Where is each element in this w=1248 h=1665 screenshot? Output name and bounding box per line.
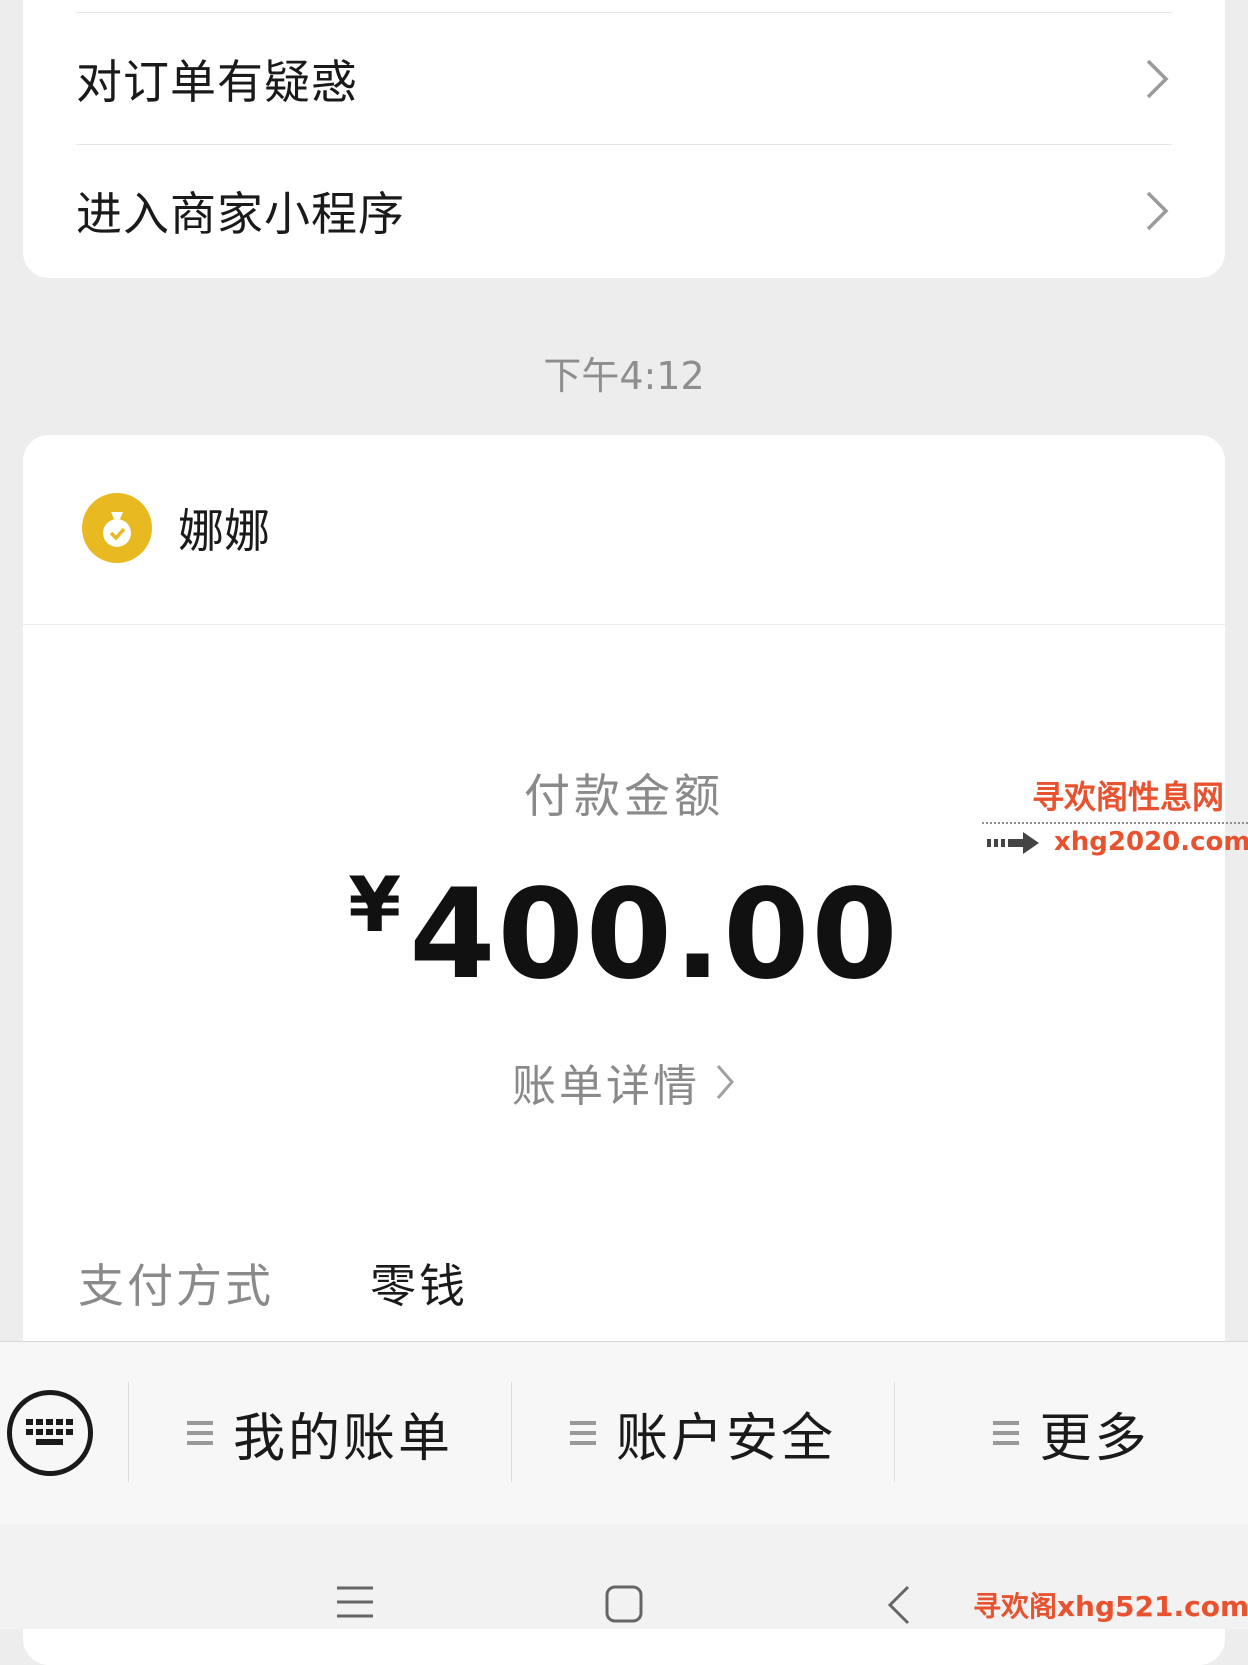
menu-item-label: 更多: [1039, 1408, 1150, 1469]
home-icon[interactable]: [604, 1584, 644, 1624]
menu-lines-icon: [569, 1421, 596, 1445]
arrow-right-icon: [987, 832, 1039, 854]
watermark-title: 寻欢阁性息网: [1032, 778, 1225, 816]
order-question-label: 对订单有疑惑: [76, 55, 358, 109]
payment-amount: ¥400.00: [23, 860, 1225, 1007]
chevron-right-icon: [1146, 59, 1169, 99]
menu-my-bills[interactable]: 我的账单: [129, 1342, 511, 1524]
divider: [23, 624, 1225, 625]
payment-bag-icon: [82, 493, 152, 563]
service-menu-bar: 我的账单 账户安全 更多: [0, 1341, 1248, 1525]
chevron-right-icon: [716, 1065, 734, 1099]
recent-apps-icon[interactable]: [335, 1584, 375, 1620]
bill-detail-link[interactable]: 账单详情: [23, 1050, 1225, 1114]
keyboard-icon[interactable]: [7, 1390, 93, 1476]
menu-lines-icon: [993, 1421, 1020, 1445]
merchant-header: 娜娜: [82, 493, 270, 563]
menu-item-label: 账户安全: [615, 1408, 836, 1469]
payment-method-value: 零钱: [370, 1259, 468, 1313]
merchant-miniprogram-label: 进入商家小程序: [76, 187, 405, 241]
order-options-card: 对订单有疑惑 进入商家小程序: [23, 0, 1225, 278]
watermark-url: xhg2020.com: [1054, 827, 1248, 857]
back-icon[interactable]: [886, 1584, 912, 1626]
amount-value: 400.00: [409, 863, 900, 1007]
divider: [76, 12, 1172, 13]
watermark-bottom: 寻欢阁xhg521.com: [973, 1590, 1248, 1623]
payment-method-row: 支付方式 零钱: [78, 1250, 468, 1316]
chevron-right-icon: [1146, 191, 1169, 231]
merchant-name: 娜娜: [178, 504, 270, 558]
menu-lines-icon: [186, 1421, 213, 1445]
merchant-miniprogram-row[interactable]: 进入商家小程序: [76, 146, 1172, 276]
currency-symbol: ¥: [348, 860, 404, 949]
menu-item-label: 我的账单: [232, 1408, 453, 1469]
message-timestamp: 下午4:12: [543, 354, 705, 398]
bill-detail-label: 账单详情: [512, 1061, 700, 1112]
watermark-divider: [982, 822, 1248, 824]
menu-more[interactable]: 更多: [895, 1342, 1248, 1524]
menu-account-security[interactable]: 账户安全: [512, 1342, 894, 1524]
payment-method-label: 支付方式: [78, 1259, 274, 1313]
order-question-row[interactable]: 对订单有疑惑: [76, 14, 1172, 145]
